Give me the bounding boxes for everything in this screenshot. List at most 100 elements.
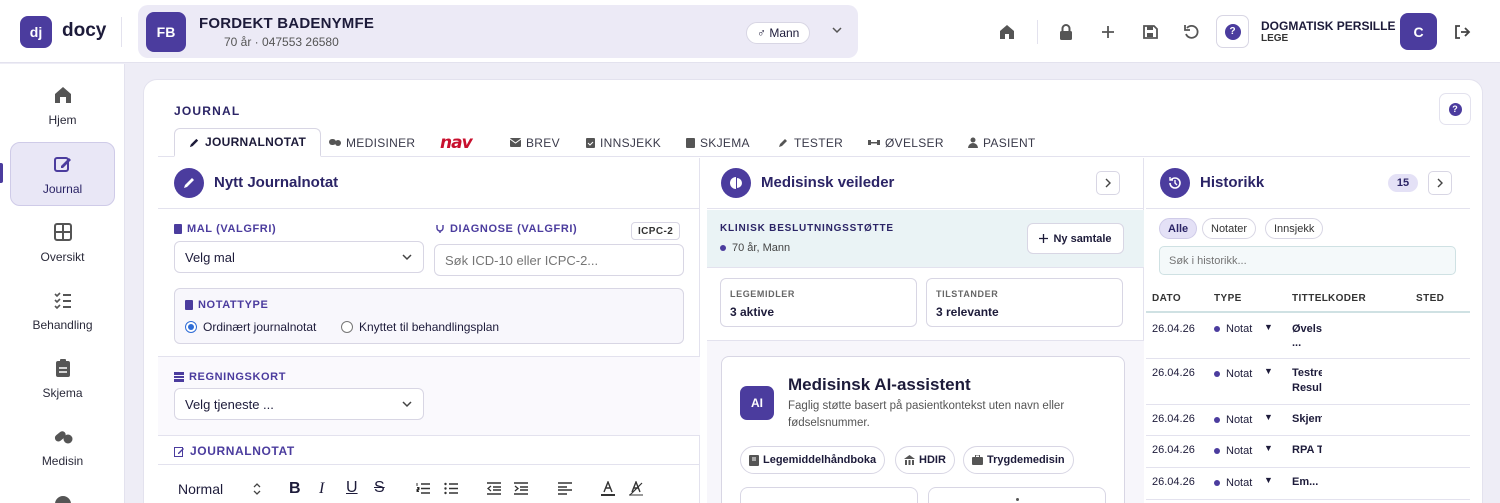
type-label: Notat: [1226, 368, 1253, 380]
pen-icon: [778, 137, 789, 148]
tab-tester[interactable]: TESTER: [778, 128, 843, 157]
regningskort-label: REGNINGSKORT: [174, 371, 286, 383]
source-hdir[interactable]: HDIR: [895, 446, 955, 474]
sidebar-item-skjema[interactable]: Skjema: [10, 346, 115, 410]
tab-medisiner[interactable]: MEDISINER: [329, 128, 415, 157]
new-chat-button[interactable]: Ny samtale: [1027, 223, 1124, 254]
brain-icon[interactable]: [52, 494, 74, 503]
radio-button[interactable]: [185, 321, 197, 333]
sidebar-item-journal[interactable]: Journal: [10, 142, 115, 206]
column-header[interactable]: DATO: [1152, 293, 1181, 304]
home-icon[interactable]: [997, 22, 1017, 42]
tab-skjema[interactable]: SKJEMA: [686, 128, 750, 157]
caret-down-icon[interactable]: ▼: [1264, 475, 1273, 485]
caret-down-icon[interactable]: ▼: [1264, 366, 1273, 376]
caret-down-icon[interactable]: ▼: [1264, 443, 1273, 453]
diagnose-search-input[interactable]: [434, 244, 684, 276]
pill-label: Alle: [1168, 222, 1189, 235]
undo-icon[interactable]: [1182, 22, 1202, 42]
source-trygdemedisin[interactable]: Trygdemedisin: [963, 446, 1074, 474]
bold-button[interactable]: B: [289, 480, 301, 498]
clear-format-icon[interactable]: [629, 481, 643, 496]
status-dot: [1214, 371, 1220, 378]
table-row[interactable]: 26.04.26 Notat ▼ RPA TE: [1146, 436, 1470, 468]
bullet-list-icon[interactable]: [444, 482, 458, 495]
expand-button[interactable]: [1096, 171, 1120, 195]
indent-icon[interactable]: [514, 482, 528, 495]
sidebar-item-medisin[interactable]: Medisin: [10, 414, 115, 478]
sidebar-item-oversikt[interactable]: Oversikt: [10, 210, 115, 274]
stethoscope-icon: [435, 224, 445, 234]
table-row[interactable]: 26.04.26 Notat ▼ Testre Result: [1146, 359, 1470, 405]
help-button[interactable]: ?: [1216, 15, 1249, 48]
lock-icon[interactable]: [1056, 22, 1076, 42]
underline-button[interactable]: U: [346, 479, 358, 497]
patient-banner[interactable]: FB FORDEKT BADENYMFE 70 år · 047553 2658…: [138, 5, 858, 58]
history-search-input[interactable]: [1159, 246, 1456, 275]
save-icon[interactable]: [1140, 22, 1160, 42]
format-select[interactable]: Normal: [178, 481, 261, 497]
top-bar: dj docy FB FORDEKT BADENYMFE 70 år · 047…: [0, 0, 1500, 63]
tab-brev[interactable]: BREV: [510, 128, 560, 157]
outdent-icon[interactable]: [487, 482, 501, 495]
user-name: DOGMATISK PERSILLE: [1261, 19, 1396, 33]
sidebar-item-hjem[interactable]: Hjem: [10, 73, 115, 137]
regningskort-select[interactable]: Velg tjeneste ...: [174, 388, 424, 420]
radio-ordinaert[interactable]: Ordinært journalnotat: [185, 320, 316, 334]
sidebar-item-behandling[interactable]: Behandling: [10, 278, 115, 342]
table-row[interactable]: 26.04.26 Notat ▼ Øvelse ...: [1146, 313, 1470, 359]
align-left-icon[interactable]: [558, 482, 572, 495]
row-type: Notat: [1214, 477, 1252, 489]
table-row[interactable]: 26.04.26 Notat ▼ Skjem: [1146, 405, 1470, 436]
suggestion-card[interactable]: [740, 487, 918, 503]
tab-journalnotat[interactable]: JOURNALNOTAT: [174, 128, 322, 157]
filter-alle[interactable]: Alle: [1159, 218, 1198, 239]
mal-select[interactable]: Velg mal: [174, 241, 424, 273]
radio-behandlingsplan[interactable]: Knyttet til behandlingsplan: [341, 320, 499, 334]
text-color-icon[interactable]: [601, 481, 615, 496]
expand-button[interactable]: [1428, 171, 1452, 195]
user-avatar[interactable]: C: [1400, 13, 1437, 50]
stat-tilstander[interactable]: TILSTANDER 3 relevante: [926, 278, 1123, 327]
tab-nav[interactable]: nav: [440, 128, 473, 157]
sidebar-item-label: Behandling: [32, 317, 93, 332]
filter-notater[interactable]: Notater: [1202, 218, 1257, 239]
clipboard-check-icon: [586, 137, 595, 148]
source-legemiddelhandboka[interactable]: Legemiddelhåndboka: [740, 446, 886, 474]
sidebar: Hjem Journal Oversikt Behandling Skjema …: [0, 64, 125, 503]
help-button[interactable]: ?: [1439, 93, 1471, 125]
edit-icon: [174, 446, 185, 457]
italic-button[interactable]: I: [319, 480, 324, 498]
table-row[interactable]: 26.04.26 Notat ▼ Em...: [1146, 468, 1470, 500]
stat-legemidler[interactable]: LEGEMIDLER 3 aktive: [720, 278, 917, 327]
status-dot: [1214, 480, 1220, 487]
row-title-line2: ...: [1292, 337, 1302, 349]
suggestion-card[interactable]: [928, 487, 1106, 503]
tab-pasient[interactable]: PASIENT: [968, 128, 1036, 157]
row-type: Notat: [1214, 368, 1252, 380]
ordered-list-icon[interactable]: [416, 482, 430, 495]
caret-down-icon[interactable]: ▼: [1264, 322, 1273, 332]
radio-button[interactable]: [341, 321, 353, 333]
column-header[interactable]: STED: [1416, 293, 1444, 304]
row-title: Skjem: [1292, 413, 1322, 425]
icpc-chip[interactable]: ICPC-2: [631, 222, 681, 240]
app-logo[interactable]: dj: [20, 16, 52, 48]
column-header[interactable]: KODER: [1328, 293, 1366, 304]
logout-icon[interactable]: [1452, 22, 1472, 42]
chevron-down-icon[interactable]: [830, 23, 844, 37]
tab-ovelser[interactable]: ØVELSER: [868, 128, 944, 157]
filter-innsjekk[interactable]: Innsjekk: [1265, 218, 1324, 239]
source-label: HDIR: [919, 454, 946, 466]
document-icon: [174, 224, 182, 234]
strikethrough-button[interactable]: S: [374, 479, 385, 497]
row-date: 26.04.26: [1152, 476, 1195, 488]
caret-down-icon[interactable]: ▼: [1264, 412, 1273, 422]
row-date: 26.04.26: [1152, 444, 1195, 456]
briefcase-icon: [972, 455, 983, 465]
plus-icon[interactable]: [1098, 22, 1118, 42]
column-header[interactable]: TYPE: [1214, 293, 1242, 304]
column-header[interactable]: TITTEL: [1292, 293, 1328, 304]
tab-innsjekk[interactable]: INNSJEKK: [586, 128, 661, 157]
pill-label: Notater: [1211, 222, 1248, 235]
